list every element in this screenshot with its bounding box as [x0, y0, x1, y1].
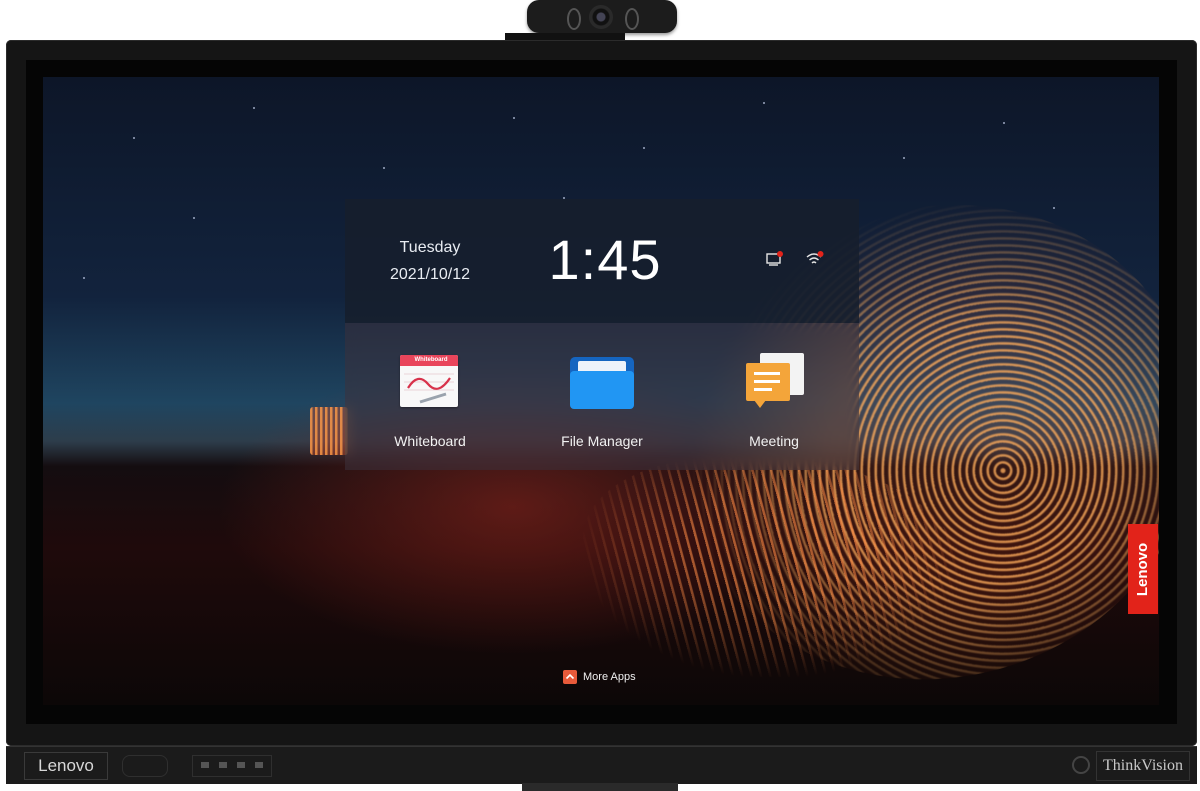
lenovo-side-logo: Lenovo — [1128, 524, 1158, 614]
chevron-up-icon — [563, 670, 577, 684]
app-label: File Manager — [561, 433, 643, 449]
more-apps-button[interactable]: More Apps — [563, 665, 643, 689]
status-icons — [765, 249, 825, 269]
bottom-bezel: Lenovo ThinkVision — [6, 746, 1197, 784]
power-button[interactable] — [1072, 756, 1090, 774]
monitor-stand — [522, 783, 678, 791]
webcam-bracket-left — [567, 8, 581, 30]
more-apps-label: More Apps — [583, 671, 636, 683]
webcam-bracket-right — [625, 8, 639, 30]
folder-icon — [570, 353, 634, 413]
app-file-manager[interactable]: File Manager — [527, 353, 677, 449]
app-dock: Whiteboard Whiteboard File Manager Meeti… — [345, 323, 859, 470]
light-painting-distant — [310, 407, 348, 455]
ir-sensor — [122, 755, 168, 777]
date-label: 2021/10/12 — [389, 266, 471, 283]
webcam — [527, 0, 677, 33]
lenovo-side-logo-text: Lenovo — [1134, 542, 1152, 596]
front-ports — [192, 755, 272, 777]
clock-panel: Tuesday 2021/10/12 1:45 — [345, 199, 859, 323]
day-label: Tuesday — [399, 239, 461, 256]
screen-cast-icon[interactable] — [765, 249, 785, 269]
whiteboard-icon: Whiteboard — [398, 353, 462, 413]
clock-time: 1:45 — [548, 228, 662, 291]
webcam-lens — [589, 5, 613, 29]
app-label: Whiteboard — [394, 433, 466, 449]
app-label: Meeting — [749, 433, 799, 449]
whiteboard-icon-text: Whiteboard — [400, 355, 458, 366]
app-meeting[interactable]: Meeting — [699, 353, 849, 449]
meeting-icon — [742, 353, 806, 413]
monitor-bezel: Tuesday 2021/10/12 1:45 Whiteboard White… — [6, 40, 1197, 746]
thinkvision-logo: ThinkVision — [1096, 751, 1190, 781]
lenovo-logo: Lenovo — [24, 752, 108, 780]
screen-frame: Tuesday 2021/10/12 1:45 Whiteboard White… — [26, 60, 1177, 724]
home-screen: Tuesday 2021/10/12 1:45 Whiteboard White… — [43, 77, 1159, 705]
wifi-icon[interactable] — [805, 249, 825, 269]
app-whiteboard[interactable]: Whiteboard Whiteboard — [355, 353, 505, 449]
